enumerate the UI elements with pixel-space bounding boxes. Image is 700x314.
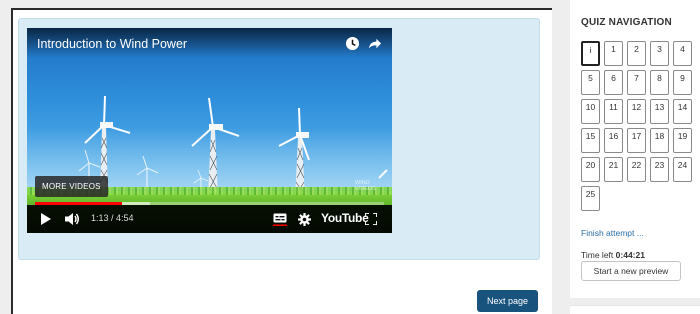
question-button[interactable]: 15: [581, 128, 600, 153]
clock-icon[interactable]: [345, 36, 360, 51]
share-icon[interactable]: [367, 36, 382, 51]
video-time-display: 1:13 / 4:54: [91, 213, 134, 223]
finish-attempt-link[interactable]: Finish attempt ...: [581, 228, 644, 238]
question-button[interactable]: 5: [581, 70, 600, 95]
question-button[interactable]: 1: [604, 41, 623, 66]
question-button[interactable]: 11: [604, 99, 623, 124]
main-content-area: Introduction to Wind Power MORE VIDEOS W…: [11, 8, 552, 314]
question-button[interactable]: 7: [627, 70, 646, 95]
captions-icon[interactable]: [273, 213, 287, 226]
play-icon[interactable]: [40, 213, 51, 225]
start-new-preview-button[interactable]: Start a new preview: [581, 261, 681, 281]
quiz-navigation-panel: QUIZ NAVIGATION i 1 2 3 4 5 6 7 8 9 10 11 12 13 14 15 16…: [570, 0, 700, 298]
question-button[interactable]: 24: [673, 157, 692, 182]
question-button[interactable]: 22: [627, 157, 646, 182]
question-button[interactable]: 20: [581, 157, 600, 182]
question-button[interactable]: 3: [650, 41, 669, 66]
time-left-label: Time left: [581, 250, 614, 260]
video-watermark: WIND VIDEOS: [355, 180, 376, 192]
video-controls-bar: 1:13 / 4:54 YouTube: [27, 202, 392, 233]
youtube-logo[interactable]: YouTube: [321, 211, 369, 225]
question-button[interactable]: 10: [581, 99, 600, 124]
volume-icon[interactable]: [65, 212, 80, 226]
progress-played: [35, 202, 122, 205]
question-button[interactable]: 6: [604, 70, 623, 95]
question-button[interactable]: 18: [650, 128, 669, 153]
question-button[interactable]: i: [581, 41, 600, 66]
video-player[interactable]: Introduction to Wind Power MORE VIDEOS W…: [27, 28, 392, 233]
question-button[interactable]: 17: [627, 128, 646, 153]
settings-icon[interactable]: [298, 213, 311, 226]
video-title[interactable]: Introduction to Wind Power: [37, 37, 187, 51]
more-videos-button[interactable]: MORE VIDEOS: [35, 176, 108, 197]
question-button[interactable]: 2: [627, 41, 646, 66]
question-button[interactable]: 13: [650, 99, 669, 124]
question-button[interactable]: 8: [650, 70, 669, 95]
question-button-grid: i 1 2 3 4 5 6 7 8 9 10 11 12 13 14 15 16 17 18 19 20 21 22 23 24…: [581, 41, 700, 211]
question-button[interactable]: 12: [627, 99, 646, 124]
video-progress-bar[interactable]: [35, 202, 384, 205]
question-button[interactable]: 25: [581, 186, 600, 211]
question-button[interactable]: 4: [673, 41, 692, 66]
question-content-box: Introduction to Wind Power MORE VIDEOS W…: [18, 18, 540, 260]
question-button[interactable]: 19: [673, 128, 692, 153]
next-page-button[interactable]: Next page: [477, 290, 538, 312]
sidebar-lower-block: [570, 305, 700, 314]
time-left-value: 0:44:21: [615, 250, 645, 260]
fullscreen-icon[interactable]: [365, 213, 377, 225]
question-button[interactable]: 14: [673, 99, 692, 124]
time-left: Time left 0:44:21: [581, 250, 645, 260]
question-button[interactable]: 9: [673, 70, 692, 95]
question-button[interactable]: 21: [604, 157, 623, 182]
quiz-navigation-title: QUIZ NAVIGATION: [581, 17, 672, 28]
question-button[interactable]: 23: [650, 157, 669, 182]
question-button[interactable]: 16: [604, 128, 623, 153]
